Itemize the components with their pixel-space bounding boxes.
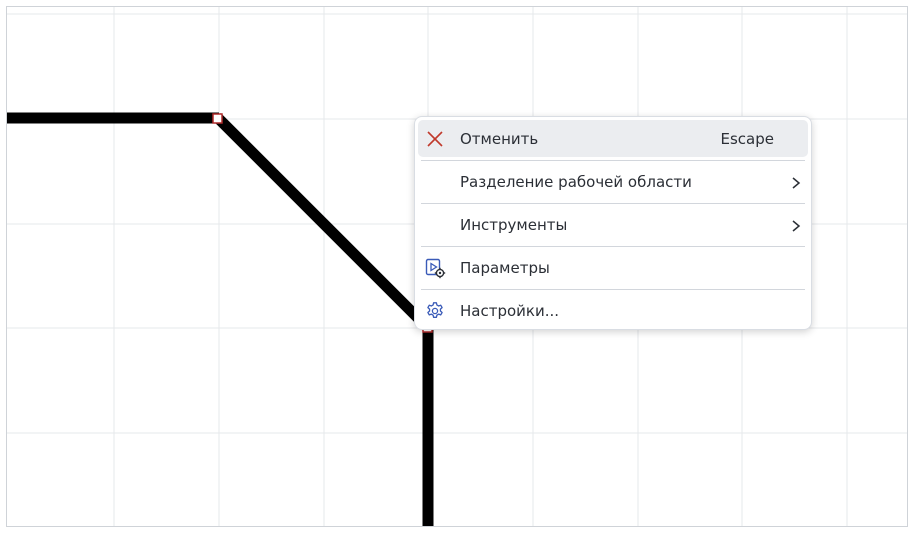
vertex-handle[interactable]: [212, 113, 223, 124]
close-icon: [424, 128, 446, 150]
parameters-icon: [424, 257, 446, 279]
menu-separator: [421, 246, 805, 247]
drawing-canvas[interactable]: Отменить Escape Разделение рабочей облас…: [6, 6, 908, 527]
chevron-right-icon: [790, 175, 802, 189]
segment-diagonal: [213, 113, 431, 331]
menu-separator: [421, 289, 805, 290]
chevron-right-icon: [790, 218, 802, 232]
menu-item-workspace-split[interactable]: Разделение рабочей области: [418, 163, 808, 200]
menu-item-label: Инструменты: [460, 215, 568, 234]
menu-item-label: Параметры: [460, 258, 550, 277]
menu-item-label: Разделение рабочей области: [460, 172, 692, 191]
menu-item-parameters[interactable]: Параметры: [418, 249, 808, 286]
menu-separator: [421, 160, 805, 161]
polyline-segments[interactable]: [7, 112, 434, 527]
menu-item-tools[interactable]: Инструменты: [418, 206, 808, 243]
menu-item-label: Настройки...: [460, 301, 560, 320]
menu-separator: [421, 203, 805, 204]
menu-item-label: Отменить: [460, 129, 539, 148]
menu-item-settings[interactable]: Настройки...: [418, 292, 808, 329]
menu-item-shortcut: Escape: [720, 129, 774, 148]
menu-item-cancel[interactable]: Отменить Escape: [418, 120, 808, 157]
context-menu: Отменить Escape Разделение рабочей облас…: [414, 116, 812, 330]
gear-icon: [424, 300, 446, 322]
